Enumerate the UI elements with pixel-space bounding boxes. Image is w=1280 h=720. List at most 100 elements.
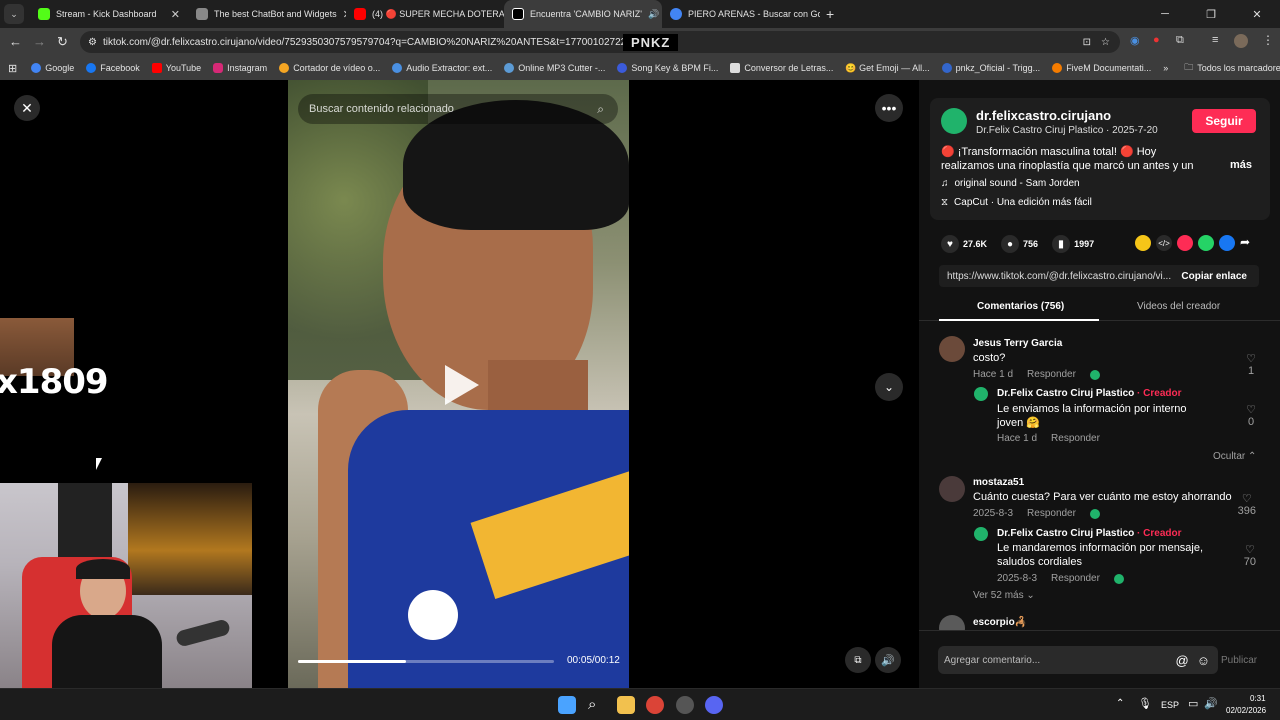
tab-search-button[interactable]: ⌄	[4, 4, 24, 24]
puzzle-icon[interactable]: ⧉	[1176, 34, 1184, 47]
comment-author[interactable]: Jesus Terry Garcia	[973, 338, 1062, 349]
publish-button[interactable]: Publicar	[1221, 655, 1257, 666]
tray-chevron-icon[interactable]: ⌃	[1116, 698, 1124, 709]
add-comment-input[interactable]: Agregar comentario... @ ☺	[938, 646, 1218, 674]
hide-replies-button[interactable]: Ocultar ⌃	[1213, 451, 1256, 462]
file-explorer-icon[interactable]	[617, 696, 635, 714]
chrome-icon[interactable]	[646, 696, 664, 714]
browser-tab-active[interactable]: Encuentra 'CAMBIO NARIZ' 🔊 ✕	[504, 0, 662, 28]
discord-icon[interactable]	[705, 696, 723, 714]
reload-icon[interactable]: ↻	[57, 34, 68, 50]
capcut-row[interactable]: ⧖ CapCut · Una edición más fácil	[941, 197, 1092, 208]
comment-author[interactable]: escorpio🦂	[973, 617, 1027, 628]
reply-avatar[interactable]	[974, 387, 988, 401]
bookmark[interactable]: Conversor de Letras...	[730, 63, 833, 73]
related-search-box[interactable]: Buscar contenido relacionado ⌕	[298, 94, 618, 124]
bookmark[interactable]: pnkz_Oficial - Trigg...	[941, 63, 1040, 73]
reply-avatar[interactable]	[974, 527, 988, 541]
heart-icon[interactable]: ♡	[1238, 492, 1256, 505]
tab-creator-videos[interactable]: Videos del creador	[1137, 301, 1220, 312]
search-icon[interactable]: ⌕	[597, 102, 604, 117]
address-bar[interactable]: ⚙ tiktok.com/@dr.felixcastro.cirujano/vi…	[80, 31, 1120, 53]
comment-avatar[interactable]	[939, 476, 965, 502]
language-indicator[interactable]: ESP	[1161, 700, 1179, 710]
more-link[interactable]: más	[1230, 159, 1252, 171]
back-icon[interactable]: ←	[9, 34, 22, 49]
mention-icon[interactable]: @	[1176, 653, 1189, 668]
bookmark[interactable]: YouTube	[151, 63, 201, 73]
all-bookmarks[interactable]: 🗀 Todos los marcadores	[1184, 60, 1280, 76]
comment-stat[interactable]: ● 756	[1001, 235, 1038, 253]
reply-author[interactable]: Dr.Felix Castro Ciruj Plastico	[997, 388, 1134, 399]
like-stat[interactable]: ♥ 27.6K	[941, 235, 987, 253]
comment-avatar[interactable]	[939, 336, 965, 362]
sound-row[interactable]: ♫ original sound - Sam Jorden	[941, 178, 1080, 189]
progress-track[interactable]	[298, 660, 554, 663]
extension-icon[interactable]: ◉	[1130, 34, 1140, 47]
comment-author[interactable]: mostaza51	[973, 477, 1024, 488]
profile-avatar[interactable]	[1234, 34, 1248, 48]
reply-button[interactable]: Responder	[1027, 369, 1076, 380]
facebook-icon[interactable]	[1219, 235, 1235, 251]
send-icon[interactable]	[1177, 235, 1193, 251]
more-options-button[interactable]: •••	[875, 94, 903, 122]
extension-icon[interactable]: ●	[1153, 34, 1160, 46]
heart-icon[interactable]: ♡	[1246, 352, 1256, 365]
menu-icon[interactable]: ⋮	[1262, 33, 1274, 47]
bookmark[interactable]: Facebook	[86, 63, 140, 73]
reply-button[interactable]: Responder	[1051, 433, 1100, 444]
pip-button[interactable]: ⧉	[845, 647, 871, 673]
play-icon[interactable]	[445, 365, 479, 405]
bookmark[interactable]: FiveM Documentati...	[1052, 63, 1151, 73]
heart-icon[interactable]: ♡	[1244, 543, 1256, 556]
more-bookmarks-icon[interactable]: »	[1163, 63, 1168, 73]
comment-avatar[interactable]	[939, 615, 965, 630]
bookmark[interactable]: Song Key & BPM Fi...	[617, 63, 718, 73]
bookmark[interactable]: 😊 Get Emoji — All...	[845, 63, 929, 74]
browser-tab[interactable]: (4) 🔴 SUPER MECHA DOTERA 🔴 ✕	[346, 0, 504, 28]
restore-icon[interactable]: ❐	[1188, 8, 1234, 21]
share-icon[interactable]: ➦	[1240, 235, 1250, 251]
save-stat[interactable]: ▮ 1997	[1052, 235, 1094, 253]
browser-tab[interactable]: PIERO ARENAS - Buscar con Go ✕	[662, 0, 820, 28]
browser-tab[interactable]: Stream - Kick Dashboard ✕	[30, 0, 188, 28]
tab-comments[interactable]: Comentarios (756)	[977, 301, 1064, 312]
volume-button[interactable]: 🔊	[875, 647, 901, 673]
forward-icon[interactable]: →	[33, 34, 46, 49]
creator-username[interactable]: dr.felixcastro.cirujano	[976, 108, 1111, 123]
close-icon[interactable]: ✕	[165, 8, 180, 21]
creator-avatar[interactable]	[941, 108, 967, 134]
apps-icon[interactable]: ⊞	[8, 62, 17, 75]
bookmark[interactable]: Cortador de vídeo o...	[279, 63, 380, 73]
clock-time[interactable]: 0:31	[1250, 694, 1266, 703]
star-icon[interactable]: ☆	[1101, 37, 1110, 48]
mic-icon[interactable]: 🎙	[1138, 697, 1152, 710]
bookmark[interactable]: Google	[31, 63, 74, 73]
embed-icon[interactable]: </>	[1156, 235, 1172, 251]
close-window-icon[interactable]: ✕	[1234, 8, 1280, 21]
copy-link-button[interactable]: Copiar enlace	[1181, 271, 1247, 282]
volume-icon[interactable]: 🔊	[1204, 697, 1218, 710]
site-info-icon[interactable]: ⚙	[88, 37, 97, 48]
coin-icon[interactable]	[1135, 235, 1151, 251]
whatsapp-icon[interactable]	[1198, 235, 1214, 251]
reply-author[interactable]: Dr.Felix Castro Ciruj Plastico	[997, 528, 1134, 539]
app-icon[interactable]	[676, 696, 694, 714]
minimize-icon[interactable]: ─	[1142, 8, 1188, 21]
see-more-replies[interactable]: Ver 52 más ⌄	[973, 590, 1035, 601]
close-icon[interactable]: ✕	[337, 8, 346, 21]
emoji-icon[interactable]: ☺	[1197, 653, 1210, 668]
network-icon[interactable]: ▭	[1188, 697, 1198, 710]
follow-button[interactable]: Seguir	[1192, 109, 1256, 133]
video-player[interactable]: Buscar contenido relacionado ⌕ 00:05/00:…	[288, 80, 629, 688]
next-video-button[interactable]: ⌄	[875, 373, 903, 401]
media-icon[interactable]: ≡	[1212, 34, 1218, 46]
speaker-icon[interactable]: 🔊	[648, 9, 659, 20]
close-button[interactable]: ✕	[14, 95, 40, 121]
new-tab-button[interactable]: +	[826, 6, 834, 22]
heart-icon[interactable]: ♡	[1246, 403, 1256, 416]
browser-tab[interactable]: The best ChatBot and Widgets ✕	[188, 0, 346, 28]
bookmark[interactable]: Audio Extractor: ext...	[392, 63, 492, 73]
windows-start-icon[interactable]	[558, 696, 576, 714]
clock-date[interactable]: 02/02/2026	[1226, 706, 1266, 715]
